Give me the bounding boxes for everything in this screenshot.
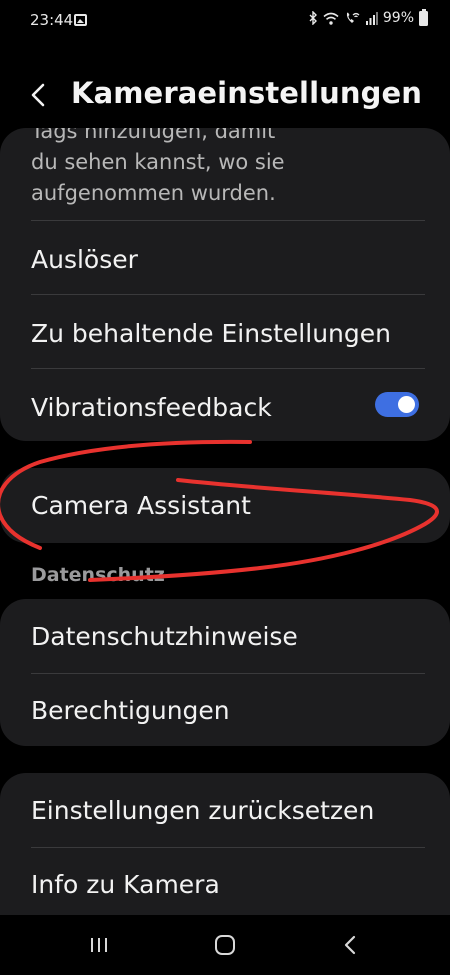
divider bbox=[31, 220, 425, 221]
settings-card-capture: Tags hinzufügen, damit du sehen kannst, … bbox=[0, 128, 450, 441]
header: Kameraeinstellungen bbox=[0, 62, 450, 132]
back-button[interactable] bbox=[24, 80, 54, 110]
battery-percent: 99% bbox=[382, 10, 414, 26]
settings-item-label: Auslöser bbox=[31, 244, 138, 274]
settings-card-about: Einstellungen zurücksetzen Info zu Kamer… bbox=[0, 773, 450, 933]
signal-icon bbox=[365, 11, 378, 25]
section-header-datenschutz: Datenschutz bbox=[31, 564, 165, 586]
settings-item-label: Zu behaltende Einstellungen bbox=[31, 318, 391, 348]
settings-item-zu-behaltende-einstellungen[interactable]: Zu behaltende Einstellungen bbox=[0, 296, 450, 370]
settings-card-privacy: Datenschutzhinweise Berechtigungen bbox=[0, 599, 450, 746]
page-title: Kameraeinstellungen bbox=[71, 76, 422, 110]
status-bar: 23:44 99% bbox=[0, 0, 450, 44]
status-time: 23:44 bbox=[30, 11, 74, 29]
location-tags-description: Tags hinzufügen, damit du sehen kannst, … bbox=[31, 128, 285, 205]
back-icon[interactable] bbox=[336, 933, 366, 957]
wifi-calling-icon bbox=[346, 12, 360, 23]
recents-icon[interactable] bbox=[84, 933, 114, 957]
settings-item-datenschutzhinweise[interactable]: Datenschutzhinweise bbox=[0, 599, 450, 673]
settings-item-info-zu-kamera[interactable]: Info zu Kamera bbox=[0, 847, 450, 921]
settings-item-label: Einstellungen zurücksetzen bbox=[31, 795, 375, 825]
settings-item-label: Info zu Kamera bbox=[31, 869, 220, 899]
settings-item-label: Berechtigungen bbox=[31, 695, 230, 725]
home-icon[interactable] bbox=[210, 933, 240, 957]
gallery-icon bbox=[74, 14, 87, 26]
wifi-icon bbox=[323, 12, 339, 25]
navigation-bar bbox=[0, 915, 450, 975]
bluetooth-icon bbox=[309, 11, 317, 25]
settings-item-ausloeser[interactable]: Auslöser bbox=[0, 222, 450, 296]
settings-item-label: Vibrationsfeedback bbox=[31, 392, 272, 422]
settings-item-label: Camera Assistant bbox=[31, 491, 251, 520]
settings-card-assistant: Camera Assistant bbox=[0, 468, 450, 543]
vibration-feedback-toggle[interactable] bbox=[375, 392, 419, 417]
divider bbox=[31, 368, 425, 369]
divider bbox=[31, 294, 425, 295]
status-icons: 99% bbox=[309, 8, 428, 26]
settings-item-einstellungen-zuruecksetzen[interactable]: Einstellungen zurücksetzen bbox=[0, 773, 450, 847]
settings-item-label: Datenschutzhinweise bbox=[31, 621, 298, 651]
settings-item-berechtigungen[interactable]: Berechtigungen bbox=[0, 673, 450, 746]
toggle-knob bbox=[398, 396, 415, 413]
settings-item-camera-assistant[interactable]: Camera Assistant bbox=[0, 468, 450, 543]
battery-icon bbox=[419, 8, 428, 26]
